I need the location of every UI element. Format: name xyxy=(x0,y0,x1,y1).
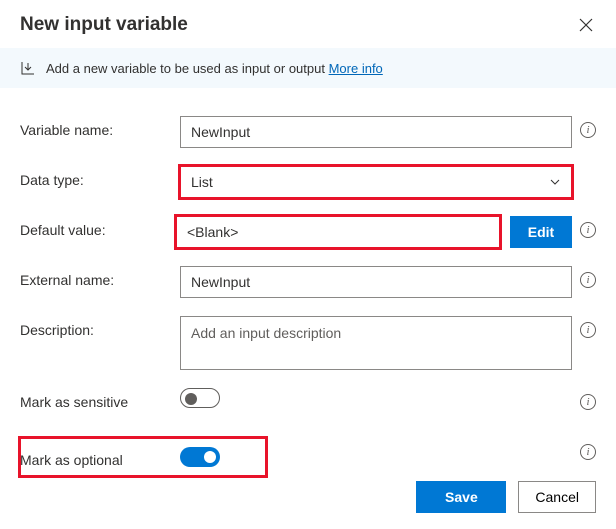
banner-text: Add a new variable to be used as input o… xyxy=(46,61,329,76)
edit-button[interactable]: Edit xyxy=(510,216,572,248)
info-banner: Add a new variable to be used as input o… xyxy=(0,48,616,88)
default-value-label: Default value: xyxy=(20,216,176,238)
description-input[interactable] xyxy=(180,316,572,370)
info-icon[interactable]: i xyxy=(580,272,596,288)
mark-optional-toggle[interactable] xyxy=(180,447,220,467)
default-value-box: <Blank> xyxy=(176,216,500,248)
info-icon[interactable]: i xyxy=(580,394,596,410)
data-type-label: Data type: xyxy=(20,166,180,188)
cancel-button[interactable]: Cancel xyxy=(518,481,596,513)
info-icon[interactable]: i xyxy=(580,322,596,338)
info-icon[interactable]: i xyxy=(580,222,596,238)
data-type-select[interactable]: List xyxy=(180,166,572,198)
mark-sensitive-label: Mark as sensitive xyxy=(20,388,180,410)
description-label: Description: xyxy=(20,316,180,338)
close-button[interactable] xyxy=(576,15,596,35)
save-button[interactable]: Save xyxy=(416,481,506,513)
dialog-title: New input variable xyxy=(20,14,576,36)
chevron-down-icon xyxy=(549,176,561,188)
mark-sensitive-toggle[interactable] xyxy=(180,388,220,408)
info-icon[interactable]: i xyxy=(580,444,596,460)
variable-name-input[interactable] xyxy=(180,116,572,148)
mark-optional-label: Mark as optional xyxy=(20,446,180,468)
more-info-link[interactable]: More info xyxy=(329,61,383,76)
external-name-input[interactable] xyxy=(180,266,572,298)
data-type-value: List xyxy=(191,174,213,190)
mark-optional-group: Mark as optional xyxy=(20,438,266,476)
download-icon xyxy=(20,60,36,76)
external-name-label: External name: xyxy=(20,266,180,288)
variable-name-label: Variable name: xyxy=(20,116,180,138)
info-icon[interactable]: i xyxy=(580,122,596,138)
default-value-text: <Blank> xyxy=(187,224,238,240)
